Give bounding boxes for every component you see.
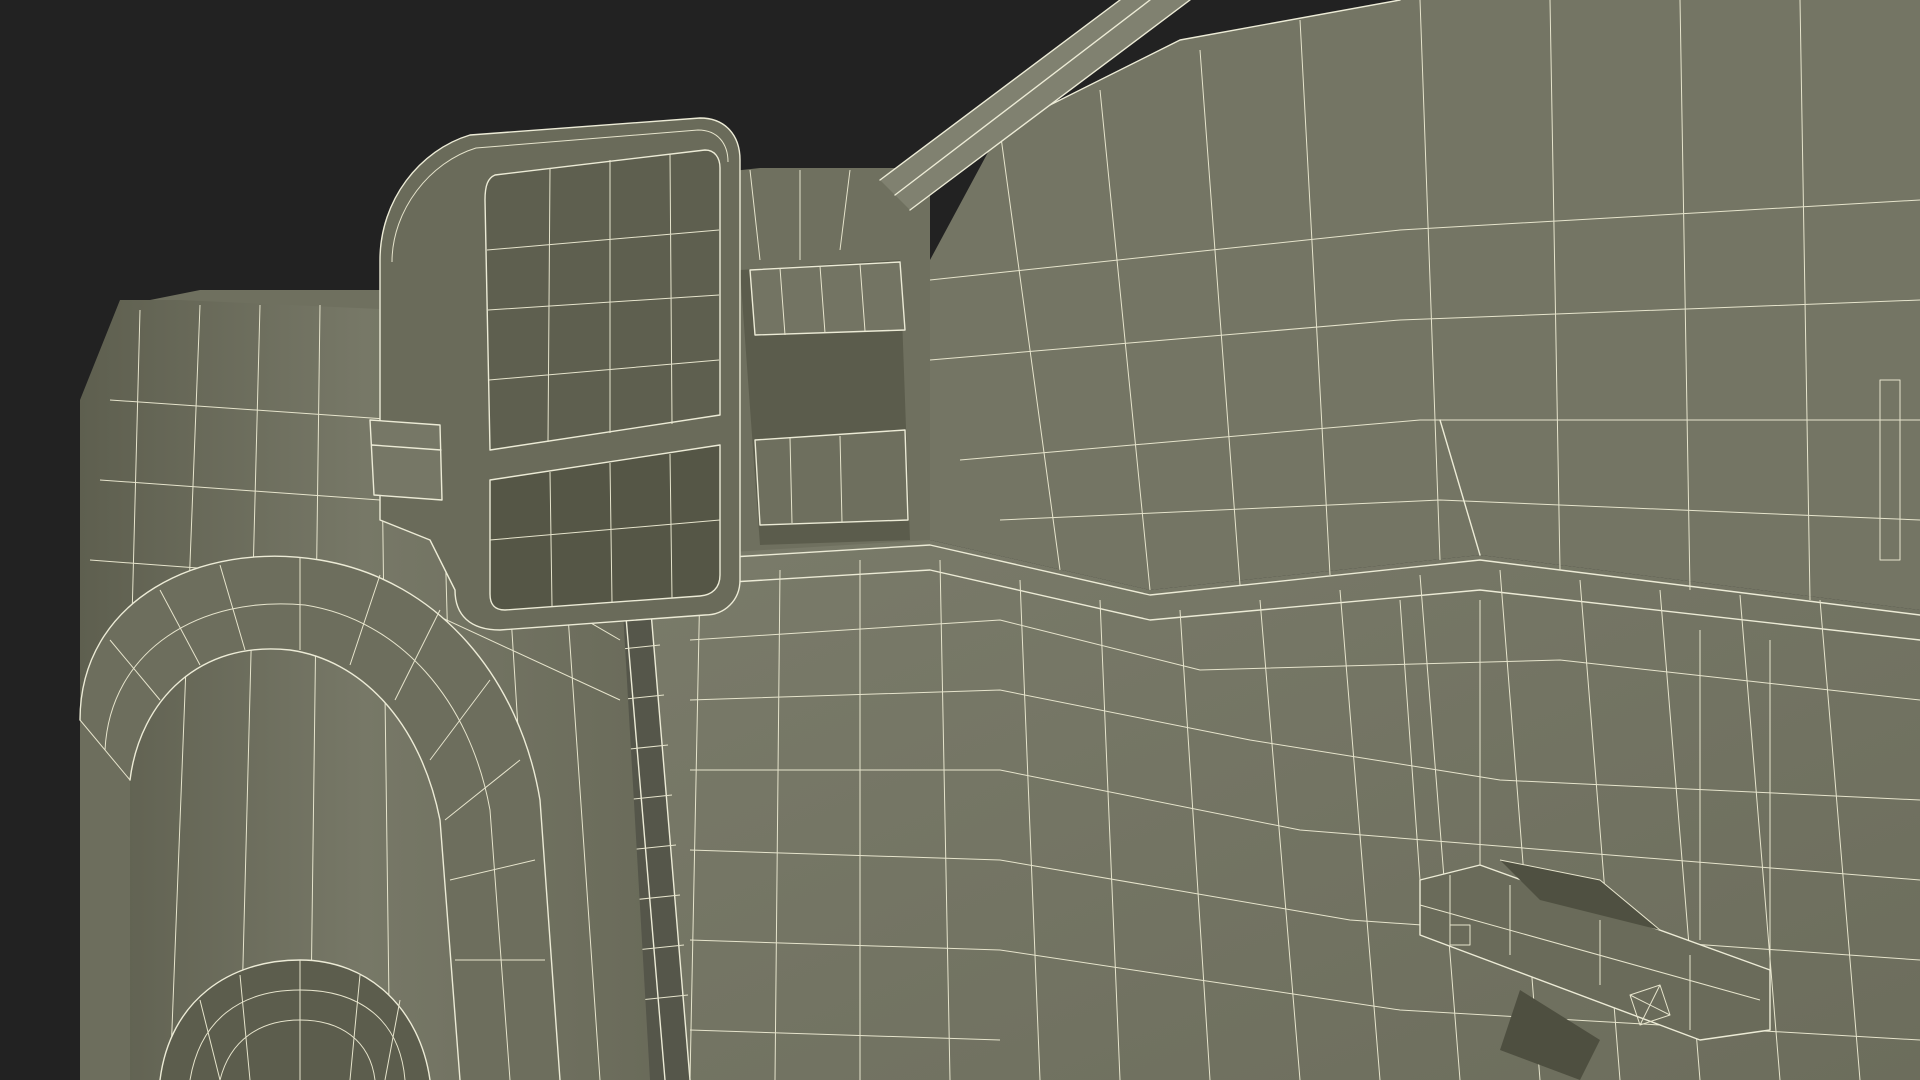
render-viewport (0, 0, 1920, 1080)
wireframe-render (0, 0, 1920, 1080)
mirror-arm (740, 260, 910, 545)
